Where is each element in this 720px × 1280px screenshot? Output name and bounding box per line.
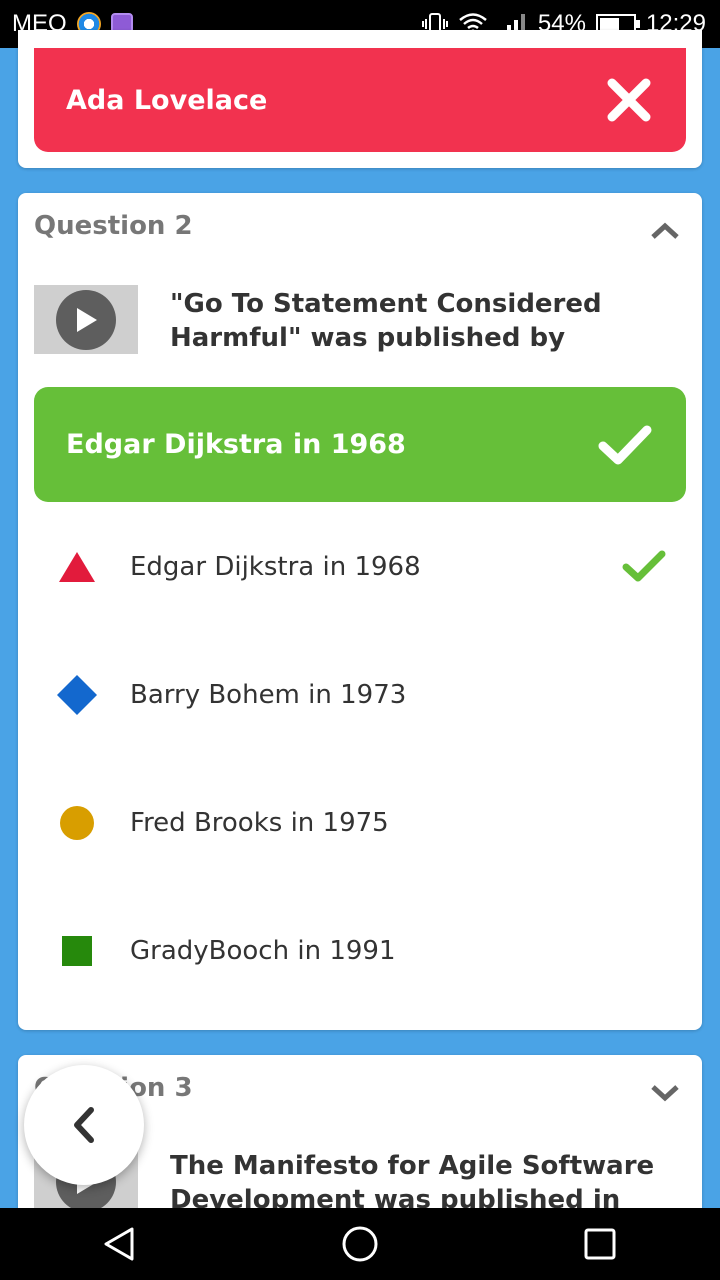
back-button[interactable] xyxy=(24,1065,144,1185)
question-text: "Go To Statement Considered Harmful" was… xyxy=(170,289,602,353)
chevron-up-icon[interactable] xyxy=(650,221,680,241)
navigation-bar xyxy=(0,1208,720,1280)
selected-answer-label: Ada Lovelace xyxy=(66,84,268,116)
selected-answer-label: Edgar Dijkstra in 1968 xyxy=(66,429,406,460)
selected-answer-correct: Edgar Dijkstra in 1968 xyxy=(34,387,686,502)
circle-icon xyxy=(60,806,94,840)
play-icon xyxy=(77,307,97,332)
triangle-icon xyxy=(59,552,95,582)
question-text: The Manifesto for Agile Software Develop… xyxy=(170,1151,655,1215)
play-button[interactable] xyxy=(56,289,116,350)
question-header: Question 2 xyxy=(34,211,193,241)
square-icon xyxy=(62,936,92,966)
chevron-left-icon xyxy=(74,1107,94,1143)
answer-option: GradyBooch in 1991 xyxy=(34,901,686,1001)
diamond-icon xyxy=(57,675,97,715)
answer-option: Barry Bohem in 1973 xyxy=(34,645,686,745)
option-label: Fred Brooks in 1975 xyxy=(130,808,389,838)
close-icon xyxy=(607,78,651,122)
answer-option: Fred Brooks in 1975 xyxy=(34,773,686,873)
checkmark-icon xyxy=(598,425,652,464)
option-label: Barry Bohem in 1973 xyxy=(130,680,407,710)
question-2-card: Question 2 "Go To Statement Considered H… xyxy=(18,193,702,1030)
answer-option: Edgar Dijkstra in 1968 xyxy=(34,517,686,617)
selected-answer-wrong: Ada Lovelace xyxy=(34,48,686,152)
back-triangle-icon[interactable] xyxy=(100,1224,140,1264)
option-label: GradyBooch in 1991 xyxy=(130,936,396,966)
media-thumbnail[interactable] xyxy=(34,285,138,354)
chevron-down-icon[interactable] xyxy=(650,1083,680,1103)
home-circle-icon[interactable] xyxy=(340,1224,380,1264)
option-label: Edgar Dijkstra in 1968 xyxy=(130,552,421,582)
correct-checkmark-icon xyxy=(622,550,666,582)
previous-question-card: Ada Lovelace xyxy=(18,30,702,168)
recents-square-icon[interactable] xyxy=(580,1224,620,1264)
